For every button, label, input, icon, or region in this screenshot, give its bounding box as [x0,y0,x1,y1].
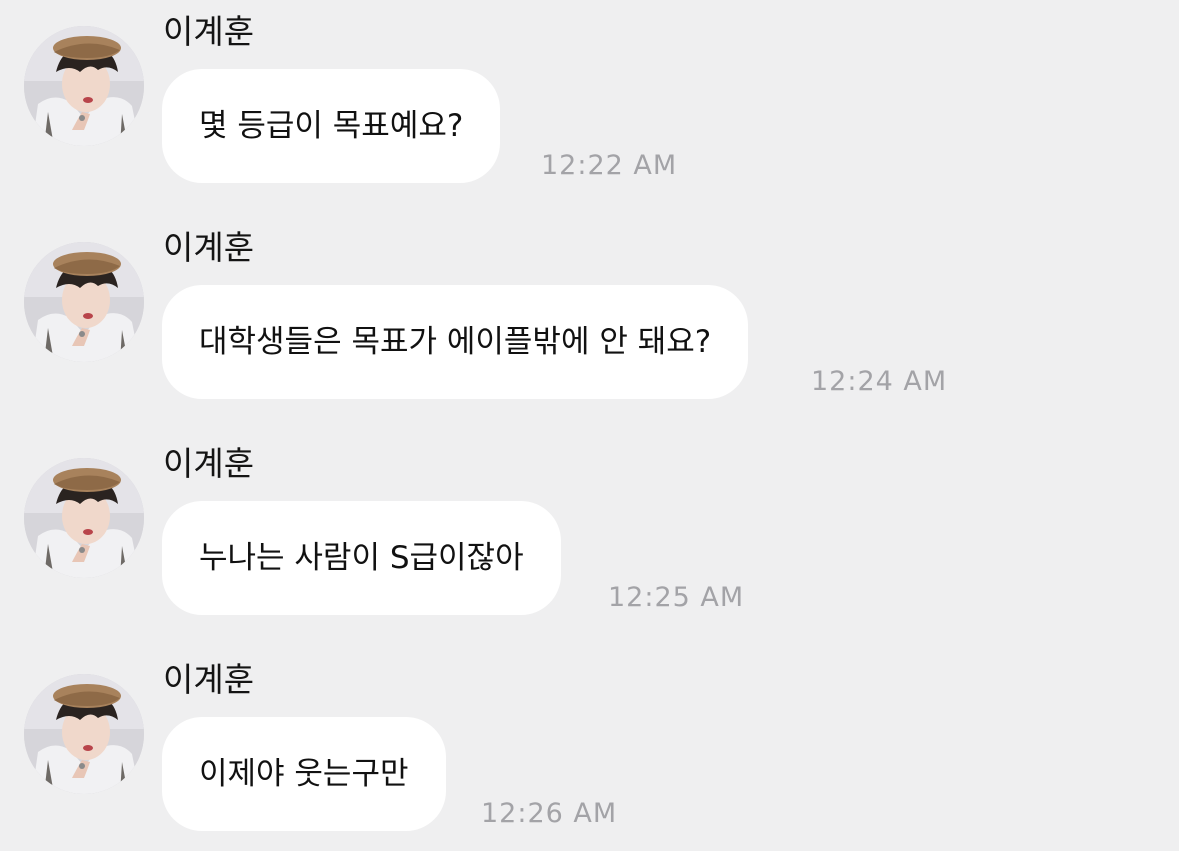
message-timestamp: 12:22 AM [541,150,678,181]
message-bubble[interactable]: 대학생들은 목표가 에이플밖에 안 돼요? [162,285,749,399]
avatar-photo-icon [24,674,144,794]
avatar[interactable] [24,674,144,794]
message-row: 이계훈 몇 등급이 목표예요? 12:22 AM [0,0,1179,200]
message-row: 이계훈 대학생들은 목표가 에이플밖에 안 돼요? 12:24 AM [0,216,1179,416]
sender-name: 이계훈 [163,444,255,483]
message-timestamp: 12:24 AM [811,366,948,397]
sender-name: 이계훈 [163,660,255,699]
message-row: 이계훈 이제야 웃는구만 12:26 AM [0,648,1179,848]
avatar[interactable] [24,242,144,362]
message-timestamp: 12:25 AM [608,582,745,613]
sender-name: 이계훈 [163,12,255,51]
message-bubble[interactable]: 누나는 사람이 S급이잖아 [162,501,561,615]
message-bubble[interactable]: 이제야 웃는구만 [162,717,446,831]
avatar-photo-icon [24,242,144,362]
message-timestamp: 12:26 AM [481,798,618,829]
sender-name: 이계훈 [163,228,255,267]
avatar[interactable] [24,458,144,578]
avatar[interactable] [24,26,144,146]
avatar-photo-icon [24,26,144,146]
avatar-photo-icon [24,458,144,578]
message-bubble[interactable]: 몇 등급이 목표예요? [162,69,501,183]
message-row: 이계훈 누나는 사람이 S급이잖아 12:25 AM [0,432,1179,632]
